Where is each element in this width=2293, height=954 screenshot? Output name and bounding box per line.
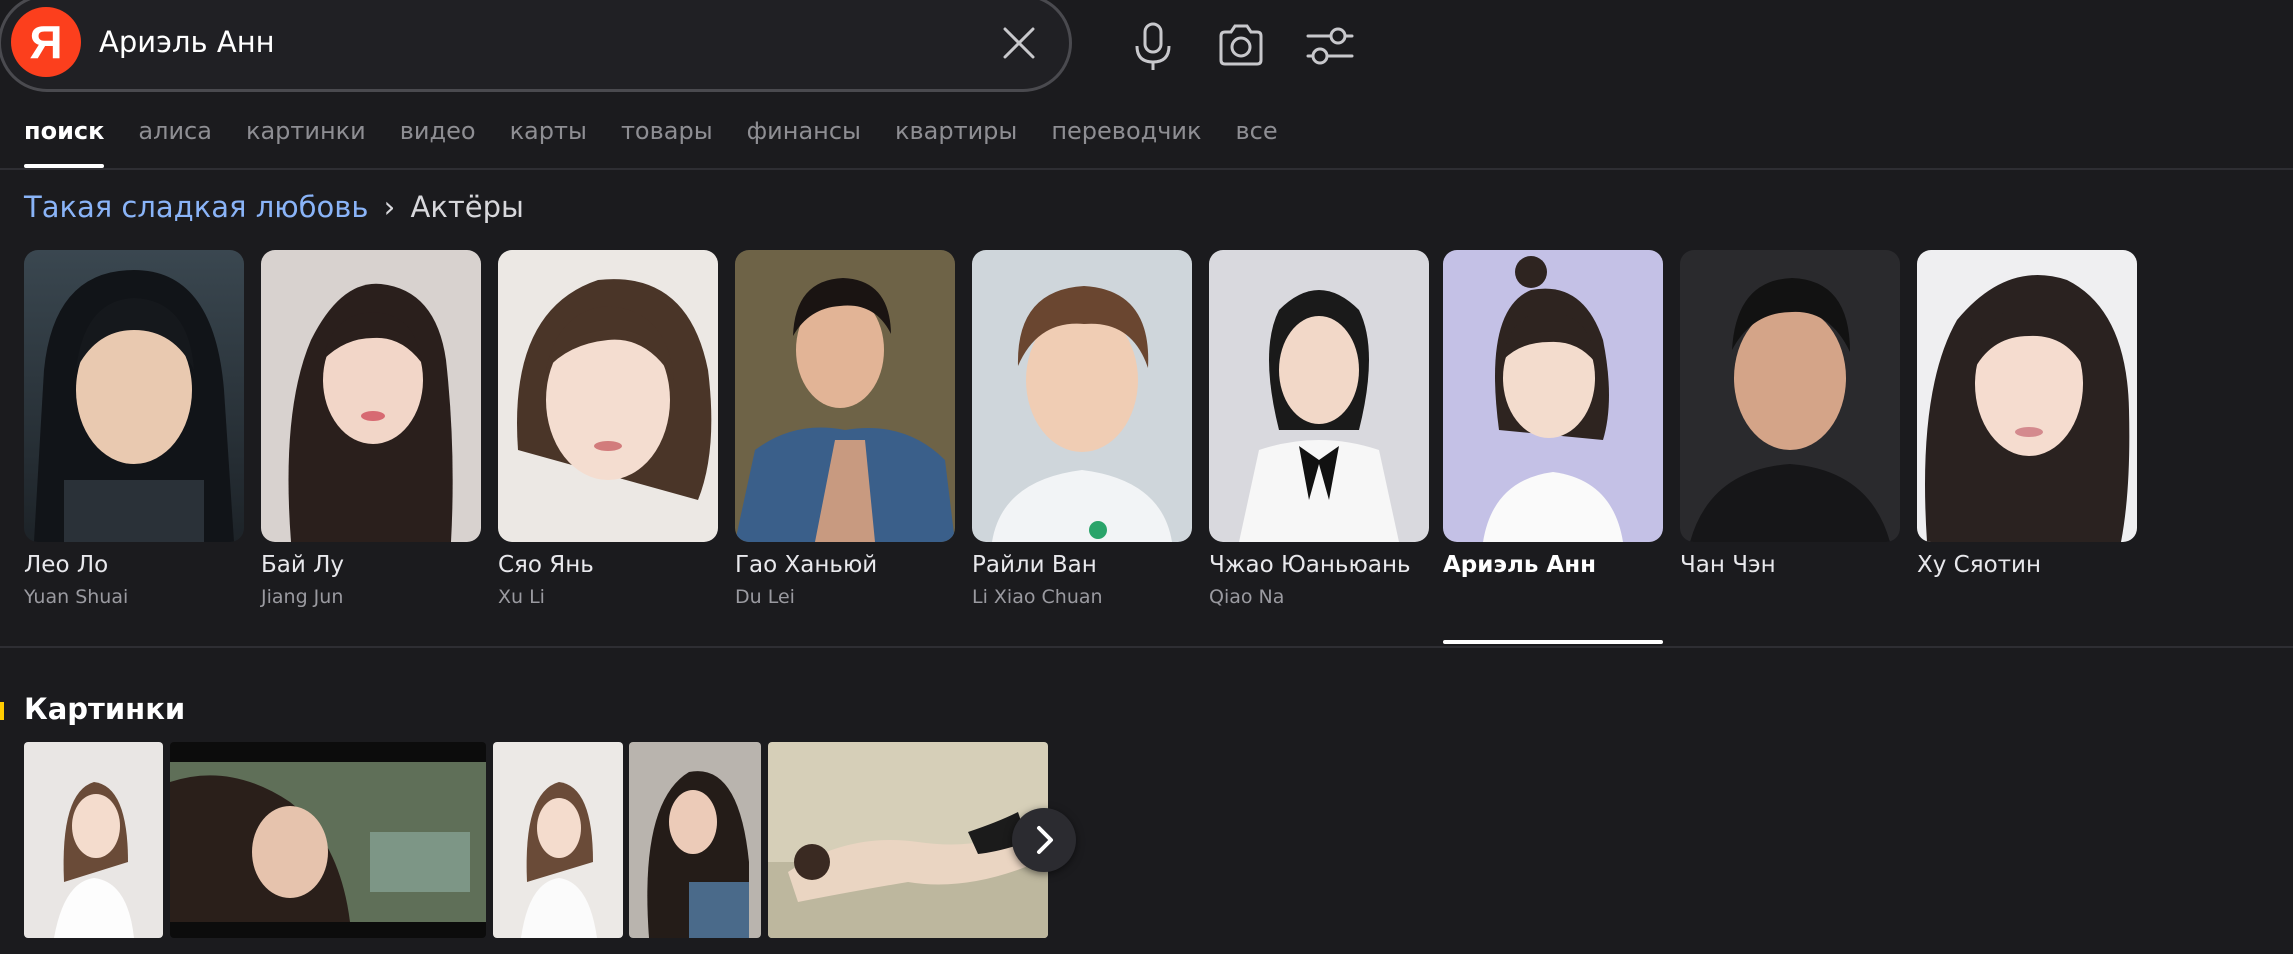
actor-name: Гао Ханьюй [735,552,878,578]
tab-products[interactable]: товары [621,114,713,170]
actor-name: Сяо Янь [498,552,594,578]
actor-card[interactable]: Лео Ло Yuan Shuai [24,250,244,608]
close-icon[interactable] [997,21,1041,65]
actor-photo [1917,250,2137,542]
actor-role: Qiao Na [1209,586,1285,608]
actor-card[interactable]: Чан Чэн [1680,250,1900,586]
actor-photo [1209,250,1429,542]
breadcrumb-link-series[interactable]: Такая сладкая любовь [24,190,368,224]
tab-translator[interactable]: переводчик [1051,114,1201,170]
actor-name: Ариэль Анн [1443,552,1596,578]
actors-divider [0,646,2293,648]
tab-video[interactable]: видео [400,114,476,170]
actor-name: Чжао Юаньюань [1209,552,1411,578]
tab-all[interactable]: все [1236,114,1278,170]
tab-apartments[interactable]: квартиры [895,114,1017,170]
actor-photo [498,250,718,542]
image-thumbnail[interactable] [493,742,623,938]
tab-finance[interactable]: финансы [747,114,861,170]
camera-icon[interactable] [1213,18,1269,74]
microphone-icon[interactable] [1125,18,1181,74]
image-thumbnail[interactable] [24,742,163,938]
tab-images[interactable]: картинки [246,114,366,170]
actor-photo [735,250,955,542]
actor-name: Чан Чэн [1680,552,1776,578]
actor-name: Райли Ван [972,552,1097,578]
search-input[interactable] [99,19,979,65]
actor-card[interactable]: Гао Ханьюй Du Lei [735,250,955,608]
chevron-right-icon[interactable] [1012,808,1076,872]
actor-photo [1443,250,1663,542]
image-thumbnail[interactable] [629,742,761,938]
images-section-title[interactable]: Картинки [24,692,185,726]
search-tabs: поиск алиса картинки видео карты товары … [24,114,1312,170]
actor-card[interactable]: Ху Сяотин [1917,250,2137,586]
actor-name: Бай Лу [261,552,345,578]
image-thumbnail[interactable] [768,742,1048,938]
actor-photo [972,250,1192,542]
tab-maps[interactable]: карты [510,114,587,170]
actor-role: Du Lei [735,586,795,608]
breadcrumb-current: Актёры [410,190,524,224]
actor-role: Yuan Shuai [24,586,129,608]
actor-card[interactable]: Сяо Янь Xu Li [498,250,718,608]
actor-name: Лео Ло [24,552,109,578]
actor-role: Jiang Jun [261,586,344,608]
image-thumbnail[interactable] [170,742,486,938]
actor-card[interactable]: Бай Лу Jiang Jun [261,250,481,608]
yandex-logo[interactable]: Я [11,7,81,77]
actors-carousel: Лео Ло Yuan Shuai Бай Лу Jiang Jun Сяо Я… [24,250,2254,650]
actor-photo [24,250,244,542]
actor-card[interactable]: Райли Ван Li Xiao Chuan [972,250,1192,608]
actor-card-active[interactable]: Ариэль Анн [1443,250,1663,586]
actor-name: Ху Сяотин [1917,552,2042,578]
filter-settings-icon[interactable] [1302,18,1358,74]
actor-card[interactable]: Чжао Юаньюань Qiao Na [1209,250,1429,608]
actor-photo [261,250,481,542]
actor-photo [1680,250,1900,542]
tab-search[interactable]: поиск [24,114,105,170]
breadcrumb-separator: › [383,190,396,224]
actor-role: Li Xiao Chuan [972,586,1103,608]
tab-alice[interactable]: алиса [138,114,212,170]
section-accent [0,702,4,720]
search-results-page: Я поиск алиса карти [0,0,2293,954]
tabs-divider [0,168,2293,170]
actor-role: Xu Li [498,586,545,608]
breadcrumb: Такая сладкая любовь › Актёры [24,190,524,224]
active-actor-indicator [1443,640,1663,644]
search-bar: Я [0,0,1072,92]
